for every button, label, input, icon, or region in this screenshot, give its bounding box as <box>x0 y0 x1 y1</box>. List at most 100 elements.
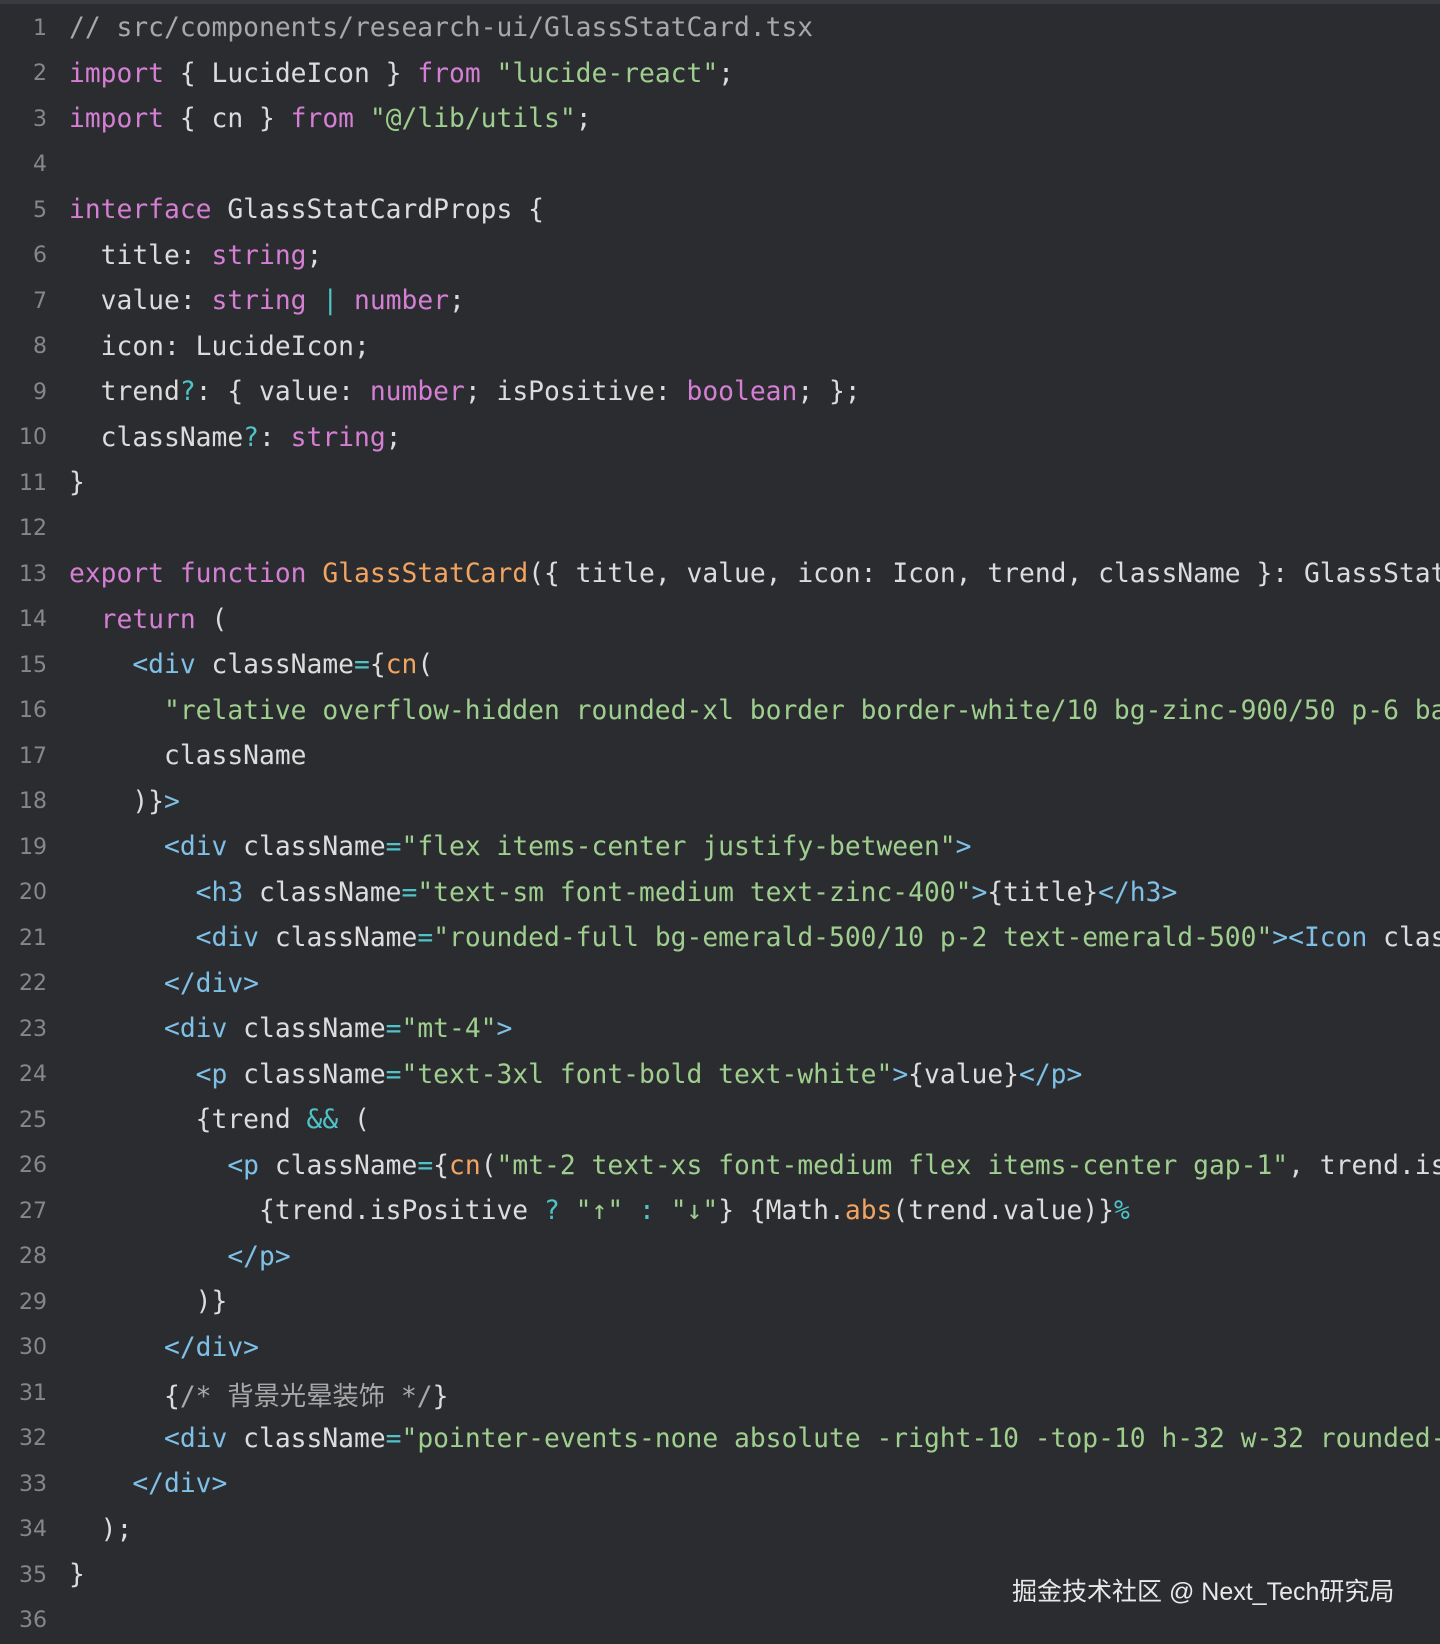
code-line[interactable]: 14 return ( <box>0 597 1440 643</box>
code-line[interactable]: 32 <div className="pointer-events-none a… <box>0 1416 1440 1462</box>
code-text[interactable]: {/* 背景光晕装饰 */} <box>69 1374 448 1413</box>
code-line[interactable]: 6 title: string; <box>0 233 1440 279</box>
line-number: 10 <box>19 425 47 450</box>
code-line[interactable]: 31 {/* 背景光晕装饰 */} <box>0 1370 1440 1416</box>
code-text[interactable]: <div className="rounded-full bg-emerald-… <box>69 923 1440 953</box>
code-text[interactable]: <p className="text-3xl font-bold text-wh… <box>69 1059 1083 1090</box>
code-token-op: | <box>322 286 339 316</box>
code-text[interactable]: <p className={cn("mt-2 text-xs font-medi… <box>69 1151 1440 1181</box>
code-token-str: "pointer-events-none absolute -right-10 … <box>401 1423 1440 1454</box>
code-line[interactable]: 25 {trend && ( <box>0 1097 1440 1143</box>
code-token-str: "↑" <box>575 1196 624 1226</box>
code-text[interactable]: <div className={cn( <box>69 650 433 680</box>
code-text[interactable]: className <box>69 741 307 771</box>
code-editor[interactable]: 1 // src/components/research-ui/GlassStat… <box>0 4 1440 1644</box>
code-token-tag: </p> <box>227 1241 291 1272</box>
code-token-pl: : <box>259 422 291 453</box>
code-line[interactable]: 30 </div> <box>0 1325 1440 1371</box>
code-line[interactable]: 22 </div> <box>0 961 1440 1007</box>
code-token-pl: trend <box>69 377 180 407</box>
code-text[interactable]: export function GlassStatCard({ title, v… <box>69 559 1440 589</box>
code-line[interactable]: 34 ); <box>0 1507 1440 1553</box>
code-text[interactable]: <div className="pointer-events-none abso… <box>69 1424 1440 1454</box>
code-token-str: "lucide-react" <box>496 58 719 89</box>
code-token-pl: className <box>259 923 418 953</box>
code-text[interactable]: import { LucideIcon } from "lucide-react… <box>69 59 734 89</box>
code-line[interactable]: 13 export function GlassStatCard({ title,… <box>0 551 1440 597</box>
code-line[interactable]: 24 <p className="text-3xl font-bold text… <box>0 1052 1440 1098</box>
code-line[interactable]: 15 <div className={cn( <box>0 642 1440 688</box>
code-text[interactable]: title: string; <box>69 241 323 271</box>
code-line[interactable]: 29 )} <box>0 1279 1440 1325</box>
code-text[interactable]: )} <box>69 1287 228 1317</box>
code-line[interactable]: 9 trend?: { value: number; isPositive: b… <box>0 369 1440 415</box>
line-number: 30 <box>19 1335 47 1360</box>
code-token-pl: {title} <box>987 877 1099 908</box>
code-line[interactable]: 4 <box>0 142 1440 188</box>
code-text[interactable]: </p> <box>69 1241 291 1272</box>
code-token-tag: <div <box>132 650 196 680</box>
code-text[interactable]: "relative overflow-hidden rounded-xl bor… <box>69 696 1440 726</box>
code-token-pl: (trend.value)} <box>892 1196 1115 1226</box>
line-number: 27 <box>19 1198 47 1224</box>
code-text[interactable]: className?: string; <box>69 423 402 453</box>
line-number: 9 <box>33 379 47 405</box>
code-line[interactable]: 16 "relative overflow-hidden rounded-xl … <box>0 688 1440 734</box>
code-text[interactable]: </div> <box>69 1469 227 1499</box>
code-text[interactable]: {trend && ( <box>69 1105 370 1135</box>
code-line[interactable]: 23 <div className="mt-4"> <box>0 1006 1440 1052</box>
code-token-tag: </h3> <box>1098 877 1178 908</box>
code-text[interactable]: <div className="mt-4"> <box>69 1014 512 1044</box>
code-token-tag: <h3 <box>195 877 244 908</box>
code-text[interactable]: {trend.isPositive ? "↑" : "↓"} {Math.abs… <box>69 1196 1130 1226</box>
code-text[interactable]: // src/components/research-ui/GlassStatC… <box>69 13 813 43</box>
code-line[interactable]: 12 <box>0 506 1440 552</box>
code-text[interactable]: ); <box>69 1515 133 1545</box>
code-line[interactable]: 26 <p className={cn("mt-2 text-xs font-m… <box>0 1143 1440 1189</box>
code-text[interactable]: interface GlassStatCardProps { <box>69 195 544 225</box>
code-line[interactable]: 28 </p> <box>0 1234 1440 1280</box>
code-line[interactable]: 20 <h3 className="text-sm font-medium te… <box>0 870 1440 916</box>
code-token-op: ? <box>543 1196 560 1226</box>
code-line[interactable]: 8 icon: LucideIcon; <box>0 324 1440 370</box>
code-token-tag: <p <box>227 1150 259 1181</box>
code-line[interactable]: 1 // src/components/research-ui/GlassStat… <box>0 5 1440 51</box>
code-text[interactable]: </div> <box>69 969 259 999</box>
code-text[interactable]: } <box>69 1560 85 1590</box>
code-text[interactable]: import { cn } from "@/lib/utils"; <box>69 104 592 134</box>
code-line[interactable]: 7 value: string | number; <box>0 278 1440 324</box>
code-line[interactable]: 19 <div className="flex items-center jus… <box>0 824 1440 870</box>
code-token-kw: boolean <box>686 377 798 407</box>
code-line[interactable]: 11} <box>0 460 1440 506</box>
code-token-pl: ( <box>480 1150 497 1181</box>
code-line[interactable]: 3 import { cn } from "@/lib/utils"; <box>0 96 1440 142</box>
code-line[interactable]: 21 <div className="rounded-full bg-emera… <box>0 915 1440 961</box>
code-token-pl: , trend.isPosi <box>1288 1150 1440 1181</box>
code-token-pl: GlassStatCardProps { <box>211 195 544 225</box>
code-text[interactable]: value: string | number; <box>69 286 465 316</box>
code-text[interactable]: </div> <box>69 1333 259 1363</box>
code-line[interactable]: 5 interface GlassStatCardProps { <box>0 187 1440 233</box>
code-line[interactable]: 27 {trend.isPositive ? "↑" : "↓"} {Math.… <box>0 1188 1440 1234</box>
code-token-pl: )} <box>69 1287 228 1317</box>
code-line[interactable]: 18 )}> <box>0 779 1440 825</box>
code-text[interactable]: trend?: { value: number; isPositive: boo… <box>69 377 861 407</box>
code-text[interactable]: <h3 className="text-sm font-medium text-… <box>69 877 1178 908</box>
code-text[interactable]: <div className="flex items-center justif… <box>69 832 971 862</box>
code-text[interactable]: } <box>69 468 85 498</box>
code-line[interactable]: 2 import { LucideIcon } from "lucide-reac… <box>0 51 1440 97</box>
code-line[interactable]: 17 className <box>0 733 1440 779</box>
code-text[interactable]: )}> <box>69 787 180 817</box>
line-number: 1 <box>33 15 47 41</box>
code-text[interactable]: return ( <box>69 605 228 635</box>
code-text[interactable]: icon: LucideIcon; <box>69 332 370 362</box>
code-token-tag: > <box>892 1059 909 1090</box>
line-number: 31 <box>19 1380 47 1406</box>
code-line[interactable]: 10 className?: string; <box>0 415 1440 461</box>
code-token-kw: string <box>290 422 386 453</box>
code-line[interactable]: 33 </div> <box>0 1461 1440 1507</box>
line-number: 18 <box>19 789 47 814</box>
